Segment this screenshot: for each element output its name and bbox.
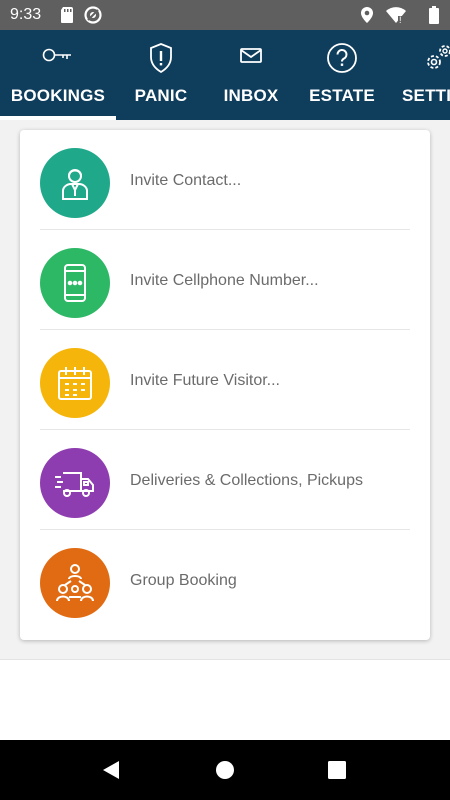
option-label: Deliveries & Collections, Pickups bbox=[130, 472, 363, 489]
contact-person-icon bbox=[40, 148, 110, 218]
group-icon bbox=[40, 548, 110, 618]
system-nav-bar bbox=[0, 740, 450, 800]
status-time: 9:33 bbox=[10, 6, 42, 23]
tab-label: INBOX bbox=[223, 86, 279, 105]
mail-icon bbox=[238, 42, 264, 73]
option-label: Group Booking bbox=[130, 572, 237, 589]
tab-inbox[interactable]: INBOX bbox=[206, 30, 296, 120]
wifi-icon: ! bbox=[385, 6, 407, 29]
tab-label: SETTI bbox=[402, 86, 450, 105]
back-icon[interactable] bbox=[101, 760, 121, 785]
tab-estate[interactable]: ESTATE bbox=[296, 30, 388, 120]
key-icon bbox=[41, 42, 75, 73]
invite-contact-item[interactable]: Invite Contact... bbox=[40, 130, 410, 230]
status-bar: 9:33 ! bbox=[0, 0, 450, 30]
group-booking-item[interactable]: Group Booking bbox=[40, 530, 410, 630]
battery-icon bbox=[428, 6, 440, 29]
tab-label: ESTATE bbox=[309, 86, 375, 105]
gears-icon bbox=[423, 42, 450, 79]
tab-label: BOOKINGS bbox=[10, 86, 106, 105]
delivery-truck-icon bbox=[40, 448, 110, 518]
option-label: Invite Contact... bbox=[130, 172, 242, 189]
deliveries-item[interactable]: Deliveries & Collections, Pickups bbox=[40, 430, 410, 530]
invite-cellphone-item[interactable]: Invite Cellphone Number... bbox=[40, 230, 410, 330]
shield-alert-icon bbox=[148, 42, 174, 79]
tab-panic[interactable]: PANIC bbox=[116, 30, 206, 120]
invite-future-visitor-item[interactable]: Invite Future Visitor... bbox=[40, 330, 410, 430]
tab-bookings[interactable]: BOOKINGS bbox=[0, 30, 116, 120]
location-icon bbox=[360, 6, 374, 29]
help-circle-icon bbox=[326, 42, 358, 79]
booking-options-card: Invite Contact... Invite Cellphone Numbe… bbox=[20, 130, 430, 640]
home-icon[interactable] bbox=[215, 760, 235, 785]
sync-icon bbox=[84, 6, 102, 29]
svg-text:!: ! bbox=[399, 15, 402, 24]
cellphone-icon bbox=[40, 248, 110, 318]
tab-bar: BOOKINGS PANIC INBOX ESTATE SETTI bbox=[0, 30, 450, 120]
sd-card-icon bbox=[60, 6, 74, 29]
calendar-icon bbox=[40, 348, 110, 418]
tab-settings[interactable]: SETTI bbox=[392, 30, 450, 120]
tab-label: PANIC bbox=[134, 86, 188, 105]
option-label: Invite Future Visitor... bbox=[130, 372, 280, 389]
option-label: Invite Cellphone Number... bbox=[130, 272, 319, 289]
recents-icon[interactable] bbox=[328, 761, 346, 784]
